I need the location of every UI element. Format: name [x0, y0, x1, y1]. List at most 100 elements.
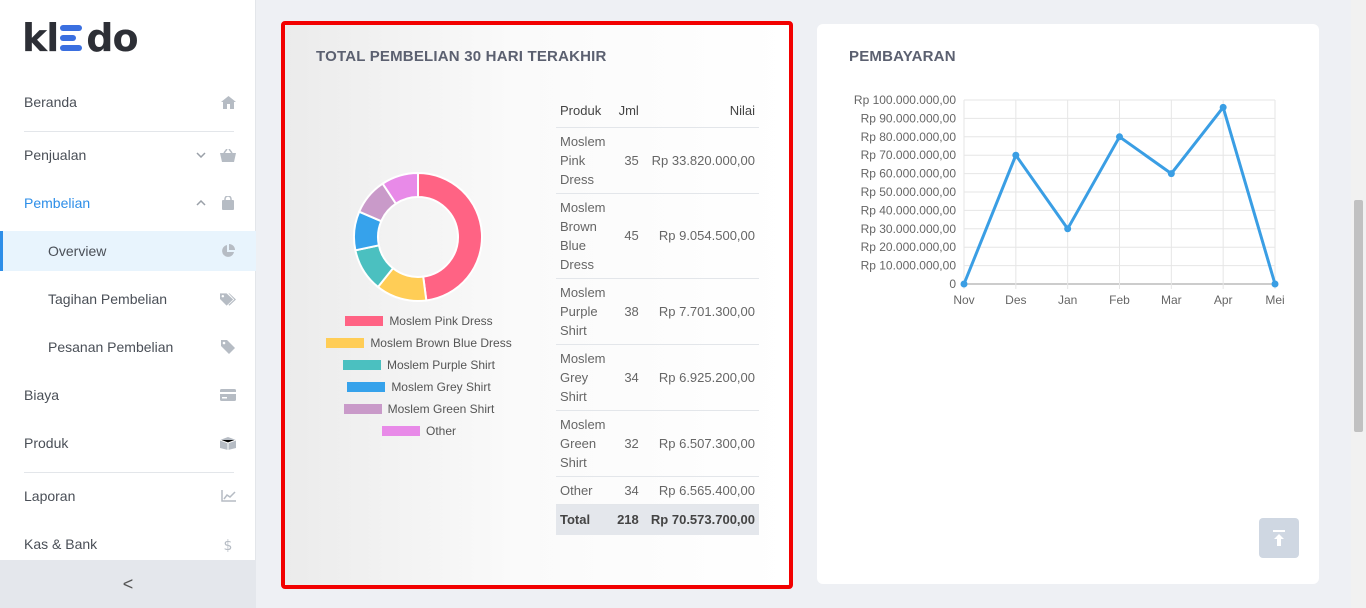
arrow-up-icon: [1273, 530, 1285, 546]
y-tick-label: Rp 70.000.000,00: [861, 148, 957, 162]
y-tick-label: Rp 90.000.000,00: [861, 111, 957, 125]
legend-item[interactable]: Other: [304, 420, 534, 442]
data-point[interactable]: [1012, 151, 1020, 159]
row-value: Rp 33.820.000,00: [642, 127, 759, 194]
chevron-up-icon: [196, 198, 206, 209]
kledo-logo[interactable]: kl do: [22, 16, 139, 60]
sidebar: kl do Beranda Penjualan Pembelian Overvi…: [0, 0, 256, 608]
y-tick-label: Rp 30.000.000,00: [861, 222, 957, 236]
dollar-icon: $: [220, 536, 236, 552]
sidebar-item-label: Overview: [48, 243, 107, 259]
sidebar-item-label: Laporan: [24, 488, 76, 504]
total-label: Total: [556, 504, 612, 535]
data-point[interactable]: [1271, 280, 1279, 288]
donut-legend: Moslem Pink Dress Moslem Brown Blue Dress…: [304, 310, 534, 442]
donut-slice[interactable]: [417, 171, 483, 302]
sidebar-item-penjualan[interactable]: Penjualan: [0, 135, 256, 175]
sidebar-item-label: Produk: [24, 435, 69, 451]
scrollbar-thumb[interactable]: [1354, 200, 1363, 432]
table-total-row: Total 218 Rp 70.573.700,00: [556, 504, 759, 535]
table-row: Moslem Green Shirt 32 Rp 6.507.300,00: [556, 410, 759, 477]
x-tick-label: Des: [1005, 293, 1026, 307]
y-tick-label: 0: [949, 277, 956, 291]
data-point[interactable]: [960, 280, 968, 288]
row-qty: 45: [612, 193, 643, 279]
data-point[interactable]: [1167, 170, 1175, 178]
legend-item[interactable]: Moslem Brown Blue Dress: [304, 332, 534, 354]
row-value: Rp 9.054.500,00: [642, 193, 759, 279]
legend-item[interactable]: Moslem Purple Shirt: [304, 354, 534, 376]
pie-icon: [220, 243, 236, 259]
table-row: Moslem Pink Dress 35 Rp 33.820.000,00: [556, 127, 759, 194]
x-tick-label: Nov: [953, 293, 974, 307]
y-tick-label: Rp 10.000.000,00: [861, 259, 957, 273]
x-tick-label: Jan: [1058, 293, 1077, 307]
x-tick-label: Mar: [1161, 293, 1182, 307]
sidebar-item-kas-bank[interactable]: Kas & Bank $: [0, 524, 256, 564]
legend-label: Moslem Purple Shirt: [386, 358, 496, 372]
legend-item[interactable]: Moslem Pink Dress: [304, 310, 534, 332]
table-row: Moslem Brown Blue Dress 45 Rp 9.054.500,…: [556, 193, 759, 279]
row-value: Rp 6.507.300,00: [642, 410, 759, 477]
total-qty: 218: [612, 504, 643, 535]
legend-label: Moslem Grey Shirt: [391, 380, 491, 394]
sidebar-item-pesanan-pembelian[interactable]: Pesanan Pembelian: [0, 327, 256, 367]
column-header-nilai: Nilai: [642, 94, 759, 128]
sidebar-item-laporan[interactable]: Laporan: [0, 476, 256, 516]
row-qty: 34: [612, 344, 643, 411]
column-header-produk: Produk: [556, 94, 612, 128]
data-point[interactable]: [1219, 103, 1227, 111]
sidebar-divider: [24, 472, 234, 473]
y-tick-label: Rp 40.000.000,00: [861, 203, 957, 217]
legend-swatch: [343, 404, 382, 414]
row-qty: 38: [612, 278, 643, 345]
row-qty: 35: [612, 127, 643, 194]
y-tick-label: Rp 80.000.000,00: [861, 130, 957, 144]
sidebar-item-pembelian[interactable]: Pembelian: [0, 183, 256, 223]
y-tick-label: Rp 100.000.000,00: [854, 93, 956, 107]
legend-swatch: [381, 426, 420, 436]
sidebar-item-beranda[interactable]: Beranda: [0, 82, 256, 122]
legend-swatch: [347, 382, 386, 392]
page-scrollbar[interactable]: [1351, 0, 1366, 608]
scroll-to-top-button[interactable]: [1259, 518, 1299, 558]
row-product: Other: [556, 476, 612, 505]
chart-icon: [220, 488, 236, 504]
sidebar-item-label: Kas & Bank: [24, 536, 98, 552]
chevron-down-icon: [196, 150, 206, 161]
purchase-card-title: TOTAL PEMBELIAN 30 HARI TERAKHIR: [316, 48, 607, 65]
row-product: Moslem Pink Dress: [556, 127, 612, 194]
data-point[interactable]: [1064, 225, 1072, 233]
purchase-card: TOTAL PEMBELIAN 30 HARI TERAKHIR Moslem …: [284, 24, 790, 586]
x-tick-label: Apr: [1214, 293, 1233, 307]
card-icon: [220, 387, 236, 403]
sidebar-collapse-button[interactable]: <: [0, 560, 256, 608]
row-value: Rp 6.565.400,00: [642, 476, 759, 505]
legend-label: Moslem Green Shirt: [387, 402, 495, 416]
row-qty: 34: [612, 476, 643, 505]
row-product: Moslem Green Shirt: [556, 410, 612, 477]
tags-icon: [220, 291, 236, 307]
home-icon: [220, 94, 236, 110]
legend-item[interactable]: Moslem Grey Shirt: [304, 376, 534, 398]
sidebar-item-tagihan-pembelian[interactable]: Tagihan Pembelian: [0, 279, 256, 319]
bag-icon: [220, 195, 236, 211]
legend-label: Other: [425, 424, 456, 438]
payment-line-chart: 0 Rp 10.000.000,00 Rp 20.000.000,00 Rp 30.0…: [854, 93, 1285, 307]
sidebar-item-label: Biaya: [24, 387, 60, 403]
table-row: Moslem Purple Shirt 38 Rp 7.701.300,00: [556, 278, 759, 345]
legend-swatch: [345, 316, 384, 326]
row-product: Moslem Purple Shirt: [556, 278, 612, 345]
table-row: Moslem Grey Shirt 34 Rp 6.925.200,00: [556, 344, 759, 411]
sidebar-item-biaya[interactable]: Biaya: [0, 375, 256, 415]
sidebar-item-overview[interactable]: Overview: [0, 231, 256, 271]
sidebar-item-label: Pembelian: [24, 195, 91, 211]
data-point[interactable]: [1116, 133, 1123, 141]
legend-item[interactable]: Moslem Green Shirt: [304, 398, 534, 420]
sidebar-item-produk[interactable]: Produk: [0, 423, 256, 463]
purchase-table: Produk Jml Nilai Moslem Pink Dress 35 Rp…: [556, 94, 759, 535]
y-tick-label: Rp 60.000.000,00: [861, 167, 957, 181]
table-row: Other 34 Rp 6.565.400,00: [556, 476, 759, 505]
total-value: Rp 70.573.700,00: [642, 504, 759, 535]
logo-text-right: do: [86, 16, 138, 60]
